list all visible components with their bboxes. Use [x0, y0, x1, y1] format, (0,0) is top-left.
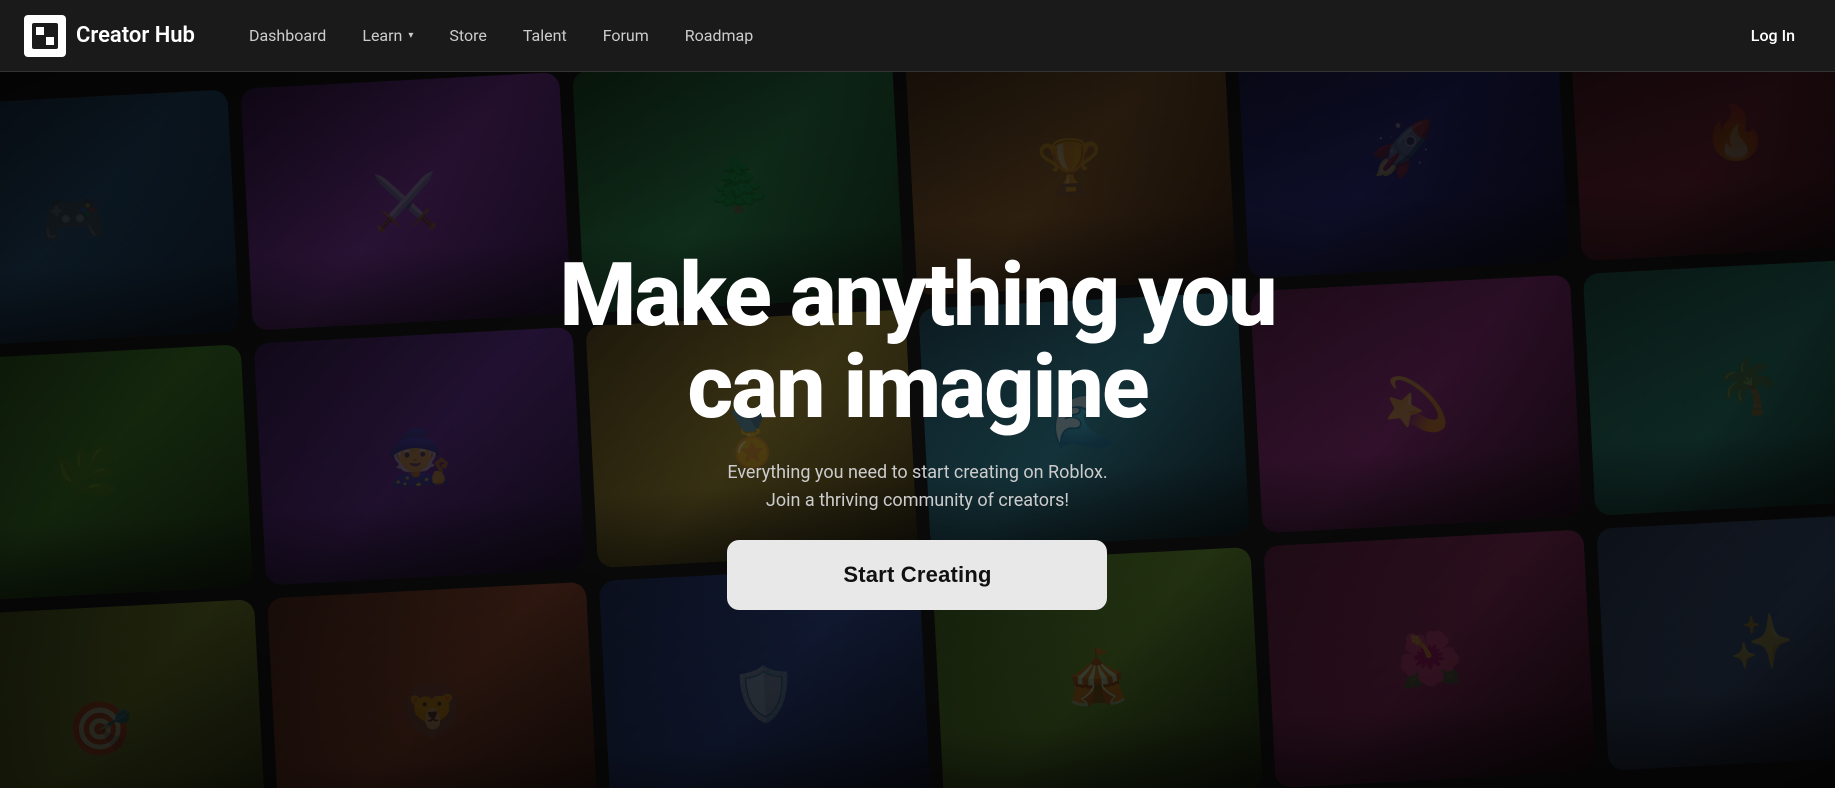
nav-item-learn[interactable]: Learn ▾: [348, 18, 427, 53]
nav-item-forum[interactable]: Forum: [589, 18, 663, 53]
brand-logo-icon: [24, 15, 66, 57]
learn-dropdown-chevron: ▾: [408, 30, 413, 41]
nav-item-talent[interactable]: Talent: [509, 18, 581, 53]
nav-item-dashboard[interactable]: Dashboard: [235, 18, 340, 53]
start-creating-button[interactable]: Start Creating: [727, 540, 1107, 610]
hero-subtext: Everything you need to start creating on…: [727, 459, 1107, 517]
hero-section: 🎮⚔️🌲🏆🚀🔥🌿🧙🏅🌊💫🌴🎯🦁🛡️🎪🌺✨ Make anything you c…: [0, 72, 1835, 788]
nav-item-store[interactable]: Store: [435, 18, 500, 53]
login-button[interactable]: Log In: [1735, 18, 1811, 53]
hero-content: Make anything you can imagine Everything…: [559, 250, 1275, 610]
hero-heading: Make anything you can imagine: [559, 250, 1275, 435]
nav-item-roadmap[interactable]: Roadmap: [671, 18, 767, 53]
brand-title: Creator Hub: [76, 23, 195, 48]
brand-logo-link[interactable]: Creator Hub: [24, 15, 195, 57]
nav-menu: Dashboard Learn ▾ Store Talent Forum Roa…: [235, 18, 1735, 53]
navbar: Creator Hub Dashboard Learn ▾ Store Tale…: [0, 0, 1835, 72]
